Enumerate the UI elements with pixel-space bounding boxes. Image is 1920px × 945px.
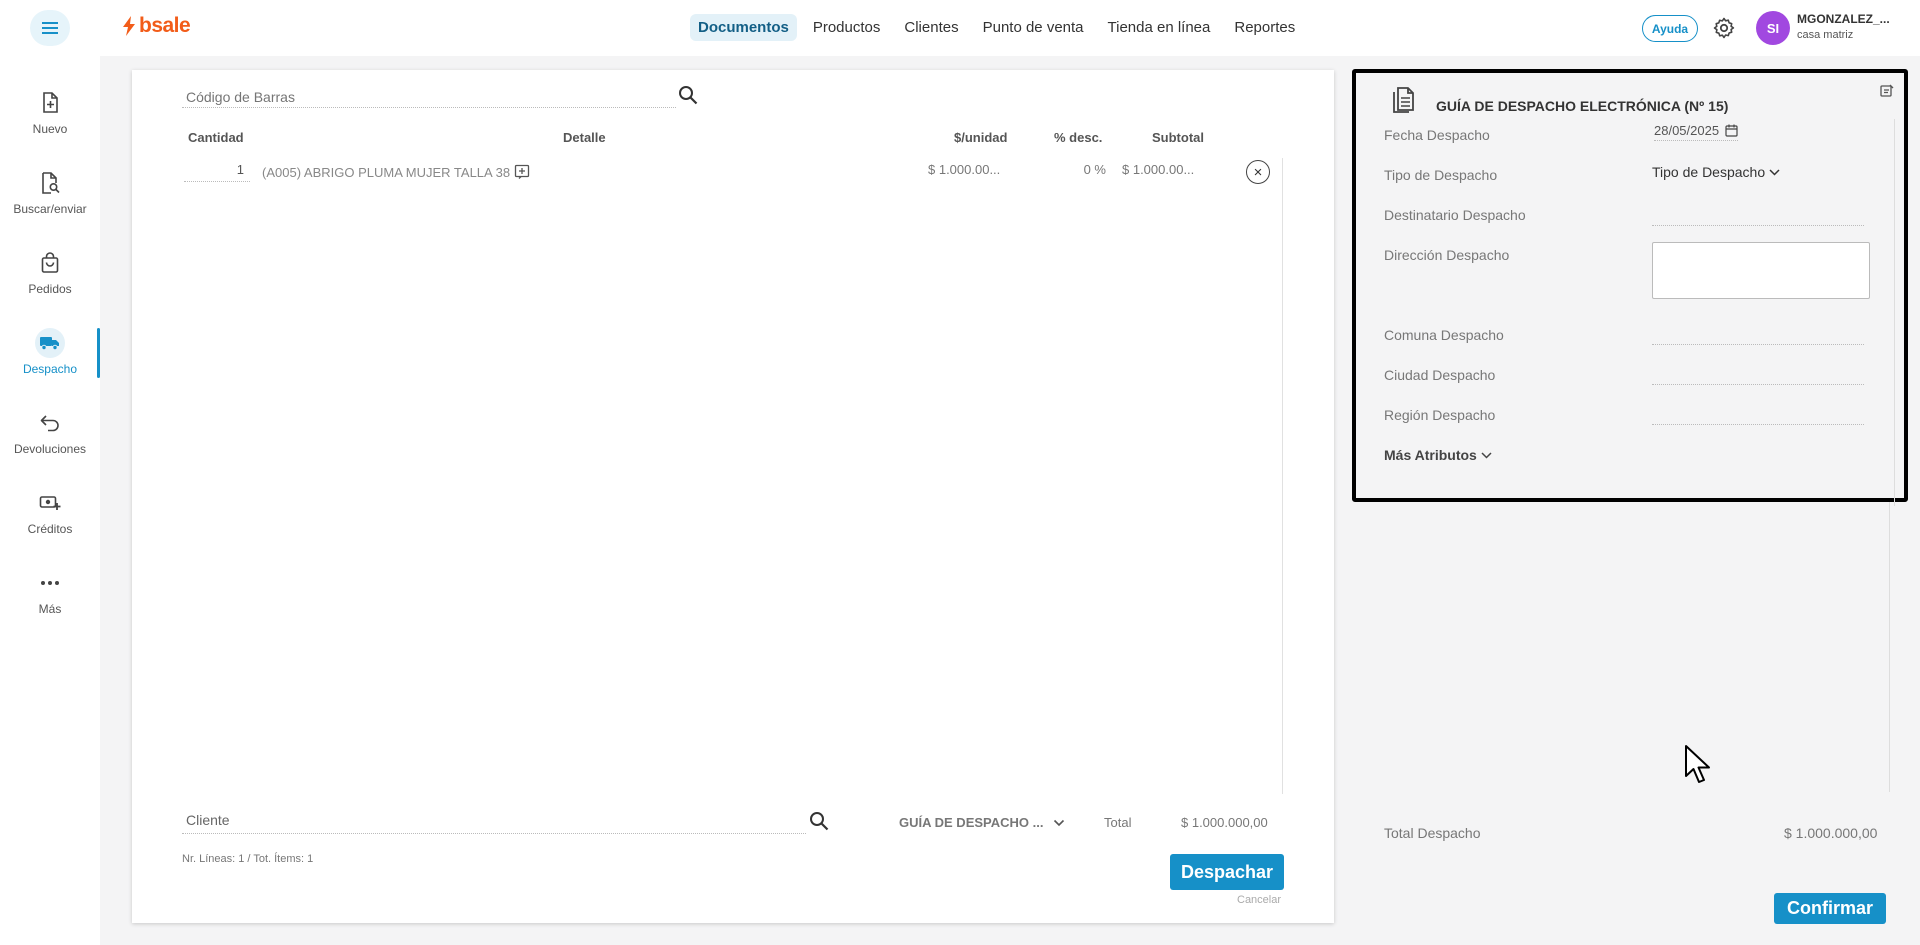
nav-reportes[interactable]: Reportes [1226,14,1303,41]
total-despacho-value: $ 1.000.000,00 [1784,825,1878,841]
file-search-icon [35,168,65,198]
doc-type-select[interactable]: GUÍA DE DESPACHO ... [899,815,1065,830]
sidebar-item-label: Despacho [22,362,78,376]
column-header-detail: Detalle [563,130,606,145]
cancel-link[interactable]: Cancelar [1237,894,1281,906]
discount[interactable]: 0 % [1078,162,1106,177]
logo[interactable]: bsale [122,14,191,38]
more-attributes-toggle[interactable]: Más Atributos [1384,447,1492,463]
client-input[interactable]: Cliente [182,812,806,834]
sidebar-item-mas[interactable]: Más [0,568,100,632]
unit-price[interactable]: $ 1.000.00... [928,162,1000,177]
gear-icon[interactable] [1712,16,1736,40]
comuna-label: Comuna Despacho [1384,327,1504,343]
nav-clientes[interactable]: Clientes [896,14,966,41]
sidebar-item-label: Buscar/enviar [13,202,87,216]
ciudad-field[interactable] [1652,384,1864,385]
sidebar-item-buscar-enviar[interactable]: Buscar/enviar [0,168,100,232]
close-icon: × [1253,163,1263,181]
comuna-field[interactable] [1652,344,1864,345]
nav-documentos[interactable]: Documentos [690,14,797,41]
help-button[interactable]: Ayuda [1642,15,1698,42]
chevron-down-icon [1054,819,1065,826]
logo-text: bsale [139,14,191,37]
dispatch-button[interactable]: Despachar [1170,854,1284,890]
sidebar-item-label: Más [38,602,62,616]
add-note-icon[interactable] [514,164,530,180]
direccion-field[interactable] [1652,242,1870,299]
sidebar-item-label: Créditos [27,522,73,536]
destinatario-field[interactable] [1652,225,1864,226]
sidebar-item-label: Pedidos [28,282,72,296]
document-panel: Cantidad Detalle $/unidad % desc. Subtot… [132,70,1334,923]
more-attributes-label: Más Atributos [1384,447,1477,463]
bag-icon [35,248,65,278]
doc-type-value: GUÍA DE DESPACHO ... [899,815,1044,830]
top-nav: Documentos Productos Clientes Punto de v… [690,14,1303,41]
fecha-label: Fecha Despacho [1384,127,1490,143]
chevron-down-icon [1481,451,1492,459]
truck-icon [35,328,65,358]
nav-punto-de-venta[interactable]: Punto de venta [975,14,1092,41]
search-icon[interactable] [677,84,699,106]
quantity-field[interactable]: 1 [184,162,250,182]
item-detail: (A005) ABRIGO PLUMA MUJER TALLA 38 [262,165,511,180]
calendar-icon [1725,124,1738,137]
direccion-label: Dirección Despacho [1384,247,1510,263]
sidebar-item-pedidos[interactable]: Pedidos [0,248,100,312]
total-label: Total [1104,815,1132,830]
file-plus-icon [35,88,65,118]
tipo-select[interactable]: Tipo de Despacho [1652,164,1780,180]
tipo-label: Tipo de Despacho [1384,167,1498,183]
sidebar-item-label: Nuevo [32,122,68,136]
lines-info: Nr. Líneas: 1 / Tot. Ítems: 1 [182,853,314,865]
region-label: Región Despacho [1384,407,1496,423]
user-branch: casa matriz [1797,29,1854,41]
column-header-unit-price: $/unidad [954,130,1008,145]
fecha-value: 28/05/2025 [1654,123,1720,138]
column-header-quantity: Cantidad [188,130,244,145]
avatar[interactable]: SI [1756,11,1790,45]
menu-icon[interactable] [30,10,70,46]
tipo-value: Tipo de Despacho [1652,164,1766,180]
barcode-input[interactable] [182,86,676,108]
destinatario-label: Destinatario Despacho [1384,207,1526,223]
fecha-field[interactable]: 28/05/2025 [1654,123,1739,141]
sidebar-item-creditos[interactable]: Créditos [0,488,100,552]
region-field[interactable] [1652,424,1864,425]
chevron-down-icon [1769,168,1780,176]
mouse-cursor-icon [1685,745,1710,783]
confirm-button[interactable]: Confirmar [1774,893,1886,924]
search-icon[interactable] [808,810,830,832]
divider [1282,158,1283,794]
column-header-discount: % desc. [1054,130,1103,145]
sidebar-item-nuevo[interactable]: Nuevo [0,88,100,152]
divider [1894,119,1895,506]
cash-plus-icon [35,488,65,518]
return-icon [35,408,65,438]
dispatch-panel: GUÍA DE DESPACHO ELECTRÓNICA (Nº 15) Fec… [1352,69,1908,506]
subtotal: $ 1.000.00... [1122,162,1195,177]
user-name[interactable]: MGONZALEZ_... [1797,12,1890,26]
panel-title: GUÍA DE DESPACHO ELECTRÓNICA (Nº 15) [1436,98,1729,114]
edit-note-icon[interactable] [1880,84,1894,98]
divider [1889,502,1890,792]
sidebar: Nuevo Buscar/enviar Pedidos Despacho Dev… [0,56,100,945]
nav-tienda-en-linea[interactable]: Tienda en línea [1100,14,1219,41]
ciudad-label: Ciudad Despacho [1384,367,1496,383]
sidebar-item-despacho[interactable]: Despacho [0,328,100,392]
column-header-subtotal: Subtotal [1152,130,1204,145]
total-despacho-label: Total Despacho [1384,825,1481,841]
total-value: $ 1.000.000,00 [1181,815,1268,830]
nav-productos[interactable]: Productos [805,14,889,41]
table-row: 1 (A005) ABRIGO PLUMA MUJER TALLA 38 $ 1… [132,160,1334,196]
document-icon [1393,87,1414,113]
sidebar-item-label: Devoluciones [13,442,87,456]
logo-mark-icon [123,16,135,36]
top-bar: bsale Documentos Productos Clientes Punt… [0,0,1920,56]
remove-row-button[interactable]: × [1246,160,1270,184]
more-icon [35,568,65,598]
sidebar-item-devoluciones[interactable]: Devoluciones [0,408,100,472]
